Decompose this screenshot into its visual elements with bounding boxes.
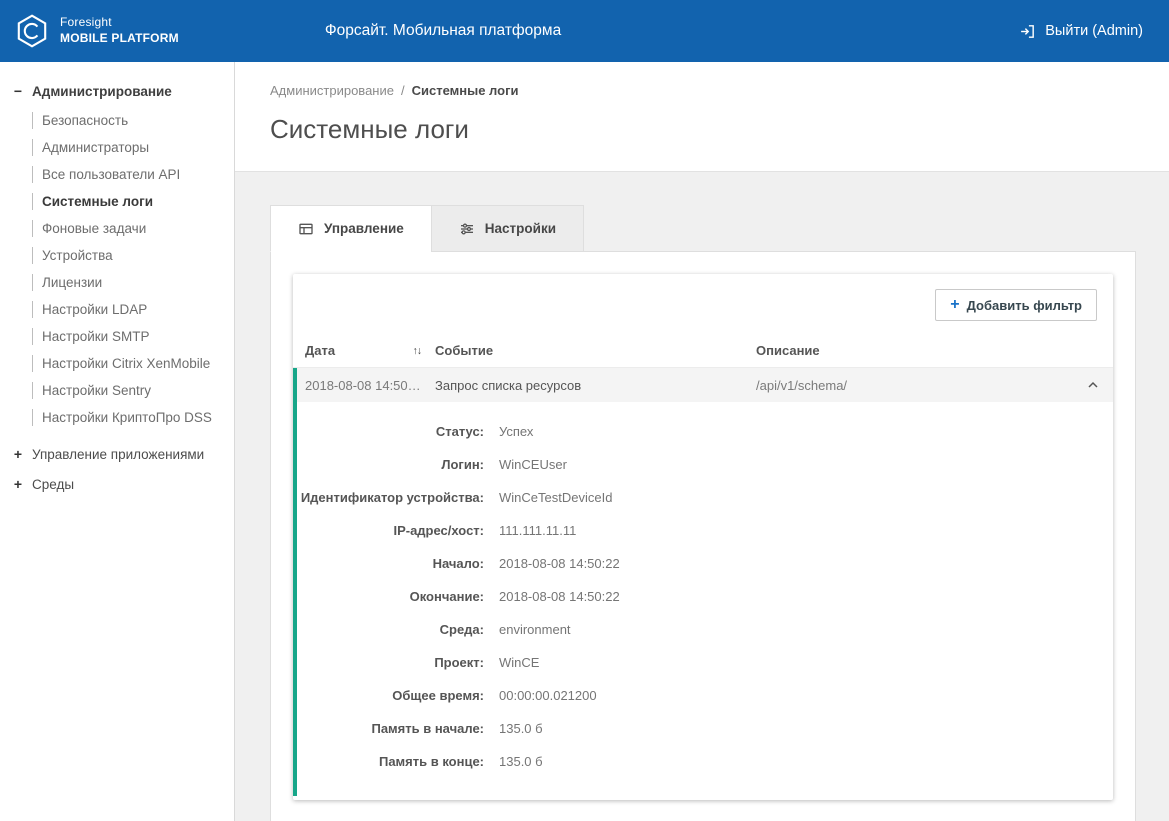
management-tab-panel: + Добавить фильтр Дата ↑↓ Событие Описан…: [270, 251, 1136, 821]
log-table-row[interactable]: 2018-08-08 14:50… Запрос списка ресурсов…: [293, 368, 1113, 402]
detail-row-status: Статус: Успех: [297, 415, 1113, 448]
sidebar-item-ldap-settings[interactable]: Настройки LDAP: [32, 296, 228, 323]
detail-label: Среда:: [297, 622, 484, 637]
tab-management[interactable]: Управление: [270, 205, 432, 252]
detail-value: 2018-08-08 14:50:22: [499, 589, 620, 604]
column-header-event: Событие: [435, 343, 756, 358]
logout-button[interactable]: Выйти (Admin): [1019, 23, 1169, 40]
detail-value: WinCEUser: [499, 457, 567, 472]
logo-line1: Foresight: [60, 15, 179, 31]
app-logo: Foresight MOBILE PLATFORM: [0, 13, 179, 49]
detail-row-environment: Среда: environment: [297, 613, 1113, 646]
logo-icon: [14, 13, 50, 49]
log-row-description: /api/v1/schema/: [756, 378, 1075, 393]
detail-row-start: Начало: 2018-08-08 14:50:22: [297, 547, 1113, 580]
card-toolbar: + Добавить фильтр: [293, 274, 1113, 334]
column-header-description: Описание: [756, 343, 1075, 358]
administration-children: Безопасность Администраторы Все пользова…: [8, 107, 228, 431]
add-filter-button[interactable]: + Добавить фильтр: [935, 289, 1097, 321]
detail-label: Идентификатор устройства:: [297, 490, 484, 505]
expand-icon[interactable]: +: [12, 476, 24, 492]
add-filter-label: Добавить фильтр: [967, 298, 1082, 313]
detail-label: Логин:: [297, 457, 484, 472]
tab-bar: Управление Настройки: [270, 205, 1136, 251]
app-header: Foresight MOBILE PLATFORM Форсайт. Мобил…: [0, 0, 1169, 62]
detail-row-ip-host: IP-адрес/хост: 111.111.11.11: [297, 514, 1113, 547]
detail-row-memory-start: Память в начале: 135.0 б: [297, 712, 1113, 745]
logo-text: Foresight MOBILE PLATFORM: [60, 15, 179, 46]
sidebar: − Администрирование Безопасность Админис…: [0, 62, 235, 821]
detail-label: Память в начале:: [297, 721, 484, 736]
log-row-date: 2018-08-08 14:50…: [305, 378, 435, 393]
breadcrumb: Администрирование / Системные логи: [270, 83, 1169, 98]
detail-row-end: Окончание: 2018-08-08 14:50:22: [297, 580, 1113, 613]
breadcrumb-current: Системные логи: [412, 83, 519, 98]
content-area: Управление Настройки: [235, 172, 1169, 821]
log-details-panel: Статус: Успех Логин: WinCEUser Идентифик…: [293, 402, 1113, 796]
settings-sliders-icon: [459, 221, 475, 237]
sidebar-item-app-management[interactable]: + Управление приложениями: [8, 439, 228, 469]
detail-value: WinCE: [499, 655, 539, 670]
sidebar-item-api-users[interactable]: Все пользователи API: [32, 161, 228, 188]
expand-icon[interactable]: +: [12, 446, 24, 462]
sidebar-item-licenses[interactable]: Лицензии: [32, 269, 228, 296]
detail-label: Начало:: [297, 556, 484, 571]
logs-card: + Добавить фильтр Дата ↑↓ Событие Описан…: [293, 274, 1113, 800]
column-header-date: Дата ↑↓: [305, 343, 435, 358]
detail-label: Проект:: [297, 655, 484, 670]
detail-value: WinCeTestDeviceId: [499, 490, 612, 505]
logout-label: Выйти (Admin): [1045, 23, 1143, 39]
logo-line2: MOBILE PLATFORM: [60, 31, 179, 47]
logout-icon: [1019, 23, 1036, 40]
app-title: Форсайт. Мобильная платформа: [325, 22, 561, 40]
sort-icon[interactable]: ↑↓: [413, 345, 422, 357]
detail-row-project: Проект: WinCE: [297, 646, 1113, 679]
detail-row-device-id: Идентификатор устройства: WinCeTestDevic…: [297, 481, 1113, 514]
detail-value: Успех: [499, 424, 533, 439]
sidebar-item-security[interactable]: Безопасность: [32, 107, 228, 134]
detail-label: Статус:: [297, 424, 484, 439]
detail-label: Память в конце:: [297, 754, 484, 769]
sidebar-item-background-tasks[interactable]: Фоновые задачи: [32, 215, 228, 242]
detail-row-memory-end: Память в конце: 135.0 б: [297, 745, 1113, 778]
detail-label: Окончание:: [297, 589, 484, 604]
tab-management-label: Управление: [324, 221, 404, 236]
sidebar-item-environments[interactable]: + Среды: [8, 469, 228, 499]
page-title: Системные логи: [270, 114, 1169, 145]
detail-row-login: Логин: WinCEUser: [297, 448, 1113, 481]
collapse-row-button[interactable]: [1075, 377, 1101, 393]
sidebar-item-administration[interactable]: − Администрирование: [8, 76, 228, 106]
table-header-row: Дата ↑↓ Событие Описание: [293, 334, 1113, 368]
management-tab-icon: [298, 221, 314, 237]
sidebar-item-devices[interactable]: Устройства: [32, 242, 228, 269]
page-header: Администрирование / Системные логи Систе…: [235, 62, 1169, 172]
main-area: Администрирование / Системные логи Систе…: [235, 62, 1169, 821]
breadcrumb-administration[interactable]: Администрирование: [270, 83, 394, 98]
detail-row-total-time: Общее время: 00:00:00.021200: [297, 679, 1113, 712]
detail-label: Общее время:: [297, 688, 484, 703]
breadcrumb-separator: /: [401, 83, 405, 98]
tab-settings[interactable]: Настройки: [431, 205, 584, 252]
sidebar-item-sentry-settings[interactable]: Настройки Sentry: [32, 377, 228, 404]
tab-settings-label: Настройки: [485, 221, 556, 236]
log-row-event: Запрос списка ресурсов: [435, 378, 756, 393]
detail-label: IP-адрес/хост:: [297, 523, 484, 538]
collapse-icon[interactable]: −: [12, 83, 24, 99]
detail-value: 135.0 б: [499, 754, 543, 769]
sidebar-item-citrix-settings[interactable]: Настройки Citrix XenMobile: [32, 350, 228, 377]
detail-value: 00:00:00.021200: [499, 688, 597, 703]
detail-value: 2018-08-08 14:50:22: [499, 556, 620, 571]
detail-value: environment: [499, 622, 571, 637]
sidebar-item-administrators[interactable]: Администраторы: [32, 134, 228, 161]
sidebar-item-cryptopro-settings[interactable]: Настройки КриптоПро DSS: [32, 404, 228, 431]
detail-value: 111.111.11.11: [499, 523, 576, 538]
sidebar-item-smtp-settings[interactable]: Настройки SMTP: [32, 323, 228, 350]
sidebar-item-system-logs[interactable]: Системные логи: [32, 188, 228, 215]
plus-icon: +: [950, 297, 959, 313]
detail-value: 135.0 б: [499, 721, 543, 736]
chevron-up-icon: [1085, 377, 1101, 393]
